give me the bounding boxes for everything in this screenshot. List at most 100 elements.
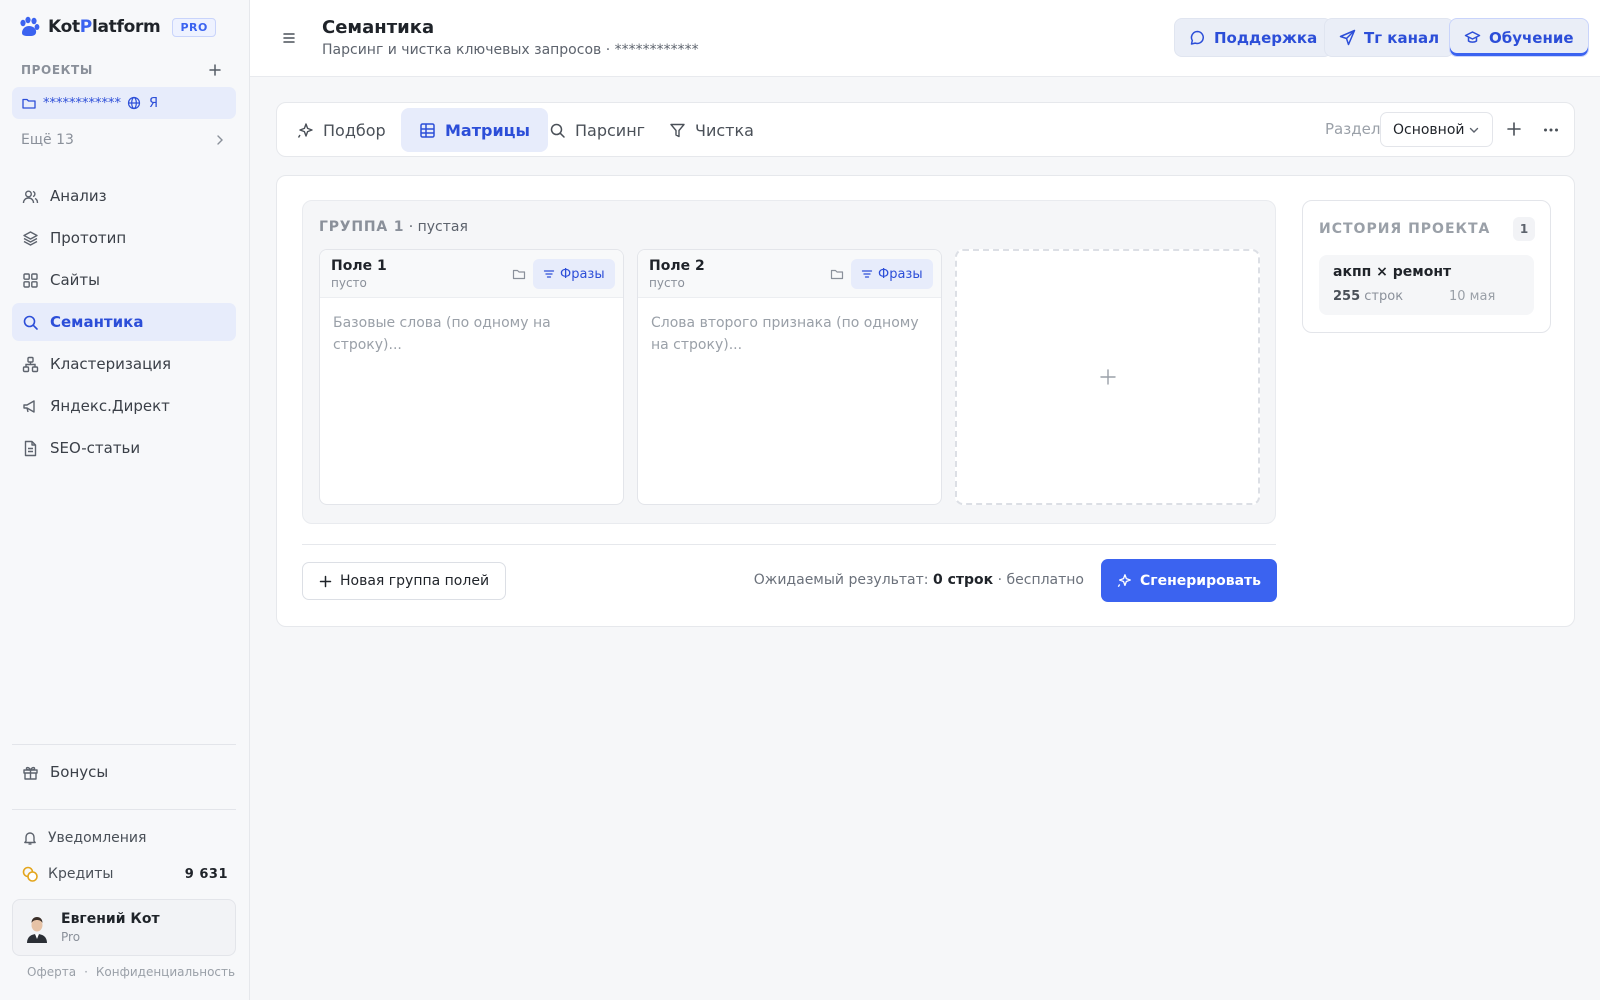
history-item-date: 10 мая: [1449, 289, 1496, 304]
generate-button[interactable]: Сгенерировать: [1101, 559, 1277, 602]
support-label: Поддержка: [1214, 28, 1318, 47]
grid-icon: [22, 272, 39, 289]
tab-cleaning[interactable]: Чистка: [651, 108, 772, 152]
tab-label: Парсинг: [575, 120, 646, 140]
generate-label: Сгенерировать: [1140, 572, 1261, 589]
bonus-link[interactable]: Бонусы: [22, 763, 108, 781]
sidebar-item-seo-articles[interactable]: SEO-статьи: [12, 429, 236, 467]
search-icon: [549, 122, 566, 139]
folder-icon[interactable]: [512, 267, 526, 281]
history-count: 1: [1513, 217, 1535, 241]
users-icon: [22, 188, 39, 205]
tab-label: Чистка: [695, 120, 754, 140]
sidebar-item-label: Анализ: [50, 187, 107, 205]
credits-label: Кредиты: [48, 866, 114, 882]
document-icon: [22, 440, 39, 457]
group-title: ГРУППА 1: [319, 219, 405, 235]
sidebar-item-label: Семантика: [50, 313, 144, 331]
phrases-button[interactable]: Фразы: [533, 259, 615, 289]
new-group-label: Новая группа полей: [340, 573, 490, 589]
tab-matrices[interactable]: Матрицы: [401, 108, 548, 152]
matrix-panel: ГРУППА 1 · пустая Поле 1 пусто Фразы Баз…: [276, 175, 1575, 627]
more-projects[interactable]: Ещё 13: [21, 132, 226, 148]
tab-podbor[interactable]: Подбор: [279, 108, 404, 152]
learning-label: Обучение: [1489, 28, 1574, 47]
sidebar-item-yandex-direct[interactable]: Яндекс.Директ: [12, 387, 236, 425]
history-item-rows: 255 строк: [1333, 289, 1404, 304]
projects-title: ПРОЕКТЫ: [21, 63, 93, 77]
sidebar-item-label: Кластеризация: [50, 355, 172, 373]
add-section-icon[interactable]: [1505, 120, 1523, 138]
sidebar-nav: Анализ Прототип Сайты Семантика Кластери…: [12, 177, 236, 471]
sidebar-item-prototype[interactable]: Прототип: [12, 219, 236, 257]
sidebar-item-clustering[interactable]: Кластеризация: [12, 345, 236, 383]
field-name: Поле 2: [649, 258, 705, 274]
privacy-link[interactable]: Конфиденциальность: [96, 965, 235, 979]
bell-icon: [22, 830, 38, 846]
field-header: Поле 2 пусто Фразы: [638, 250, 941, 298]
user-plan: Pro: [61, 930, 81, 944]
field-textarea[interactable]: Слова второго признака (по одному на стр…: [638, 298, 941, 370]
add-project-icon[interactable]: [207, 62, 223, 78]
chevron-down-icon: [1468, 124, 1480, 136]
divider: [12, 744, 236, 745]
history-item-name: акпп × ремонт: [1333, 264, 1452, 280]
notifications-label: Уведомления: [48, 830, 147, 846]
more-projects-label: Ещё 13: [21, 132, 74, 148]
field-card: Поле 1 пусто Фразы Базовые слова (по одн…: [319, 249, 624, 505]
search-icon: [22, 314, 39, 331]
cluster-icon: [22, 356, 39, 373]
plus-icon: [319, 575, 332, 588]
divider: [12, 809, 236, 810]
more-options-icon[interactable]: [1542, 121, 1560, 139]
tab-parsing[interactable]: Парсинг: [531, 108, 663, 152]
group-header: ГРУППА 1 · пустая: [319, 219, 468, 235]
divider: [302, 544, 1276, 545]
sidebar-item-label: SEO-статьи: [50, 439, 141, 457]
folder-icon[interactable]: [830, 267, 844, 281]
field-header: Поле 1 пусто Фразы: [320, 250, 623, 298]
sidebar-item-semantics[interactable]: Семантика: [12, 303, 236, 341]
notifications-link[interactable]: Уведомления: [22, 830, 146, 846]
history-title: ИСТОРИЯ ПРОЕКТА: [1319, 221, 1491, 237]
add-field-button[interactable]: [955, 249, 1260, 505]
page-subtitle: Парсинг и чистка ключевых запросов · ***…: [322, 42, 699, 58]
current-project[interactable]: ************ Я: [12, 87, 236, 119]
graduation-icon: [1464, 29, 1481, 46]
footer-links: Оферта · Конфиденциальность: [27, 965, 235, 979]
folder-icon: [21, 95, 37, 111]
page-title: Семантика: [322, 17, 435, 38]
section-value: Основной: [1393, 121, 1465, 138]
table-icon: [419, 122, 436, 139]
sidebar: KotPlatform PRO ПРОЕКТЫ ************ Я Е…: [0, 0, 250, 1000]
layers-icon: [22, 230, 39, 247]
sidebar-item-analysis[interactable]: Анализ: [12, 177, 236, 215]
bonus-label: Бонусы: [50, 763, 109, 781]
new-group-button[interactable]: Новая группа полей: [302, 562, 507, 600]
user-card[interactable]: Евгений Кот Pro: [12, 899, 236, 956]
history-item[interactable]: акпп × ремонт 255 строк 10 мая: [1319, 255, 1534, 315]
tab-label: Матрицы: [445, 120, 530, 140]
avatar: [24, 913, 50, 943]
logo[interactable]: KotPlatform PRO: [18, 16, 216, 38]
credits-row[interactable]: Кредиты 9 631: [22, 866, 228, 882]
user-name: Евгений Кот: [61, 911, 160, 927]
phrases-button[interactable]: Фразы: [851, 259, 933, 289]
learning-button[interactable]: Обучение: [1449, 18, 1589, 57]
sidebar-item-label: Яндекс.Директ: [50, 397, 170, 415]
field-state: пусто: [649, 276, 685, 290]
expected-result: Ожидаемый результат: 0 строк · бесплатно: [753, 572, 1084, 588]
telegram-button[interactable]: Тг канал: [1324, 18, 1455, 57]
tab-label: Подбор: [323, 120, 386, 140]
field-textarea[interactable]: Базовые слова (по одному на строку)...: [320, 298, 623, 370]
logo-text: KotPlatform: [48, 17, 161, 37]
paw-logo-icon: [18, 16, 40, 38]
offer-link[interactable]: Оферта: [27, 965, 76, 979]
filter-icon: [669, 122, 686, 139]
section-select[interactable]: Основной: [1380, 112, 1493, 147]
sparkle-icon: [297, 122, 314, 139]
project-name: ************: [43, 95, 121, 111]
menu-icon[interactable]: [281, 30, 297, 46]
sidebar-item-sites[interactable]: Сайты: [12, 261, 236, 299]
support-button[interactable]: Поддержка: [1174, 18, 1333, 57]
